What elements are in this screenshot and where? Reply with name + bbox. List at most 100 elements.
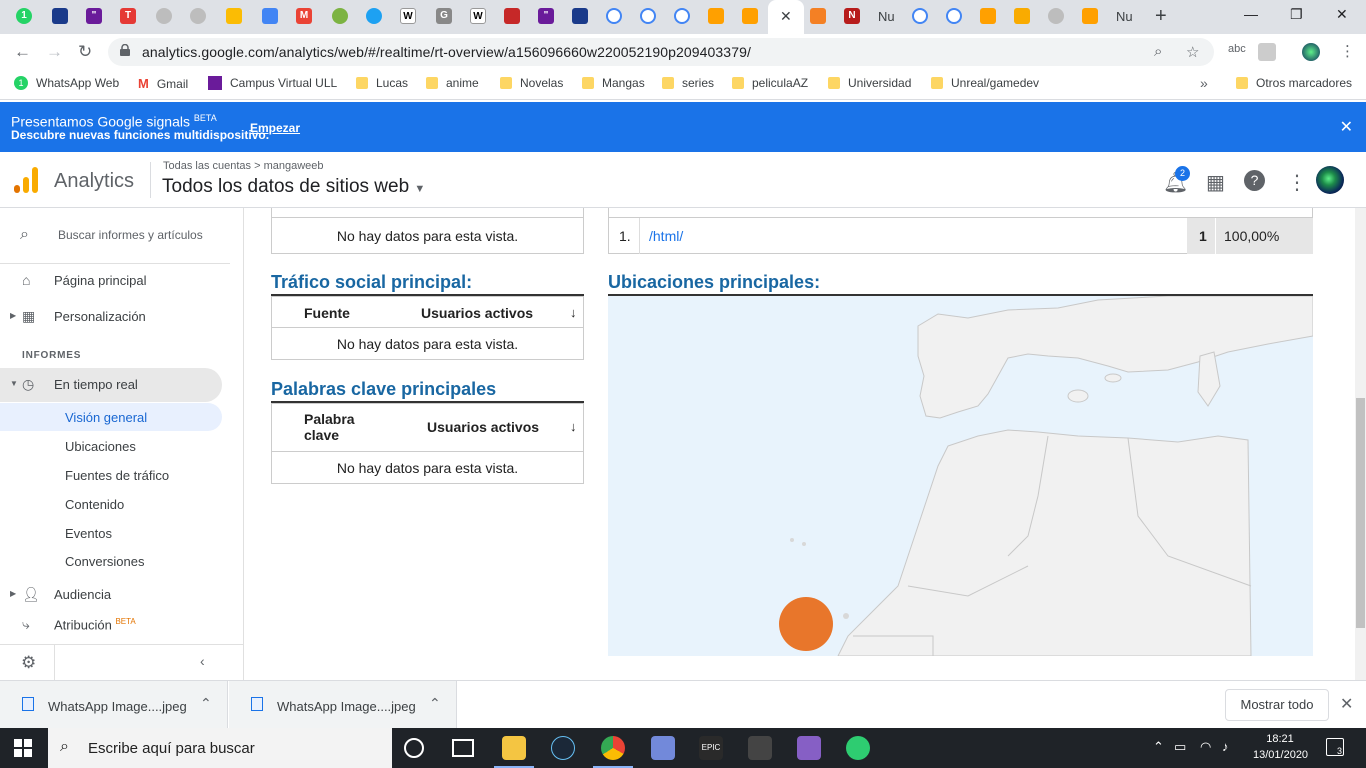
firebase-tab-icon[interactable] — [1082, 8, 1098, 24]
extension-icon[interactable]: abc — [1228, 43, 1246, 55]
file-explorer-icon[interactable] — [502, 736, 526, 760]
terminal-icon[interactable] — [748, 736, 772, 760]
close-icon[interactable]: ✕ — [1340, 694, 1353, 714]
t-tab-icon[interactable]: T — [120, 8, 136, 24]
system-clock[interactable]: 18:21 13/01/2020 — [1253, 731, 1308, 763]
bookmark-folder[interactable]: Lucas — [356, 76, 408, 90]
sidebar-item-events[interactable]: Eventos — [0, 519, 222, 547]
address-bar[interactable]: analytics.google.com/analytics/web/#/rea… — [108, 38, 1214, 66]
campus-tab-icon[interactable]: " — [538, 8, 554, 24]
close-tab-icon[interactable]: ✕ — [780, 8, 792, 25]
volume-icon[interactable]: ♪ — [1222, 739, 1229, 754]
steam-icon[interactable] — [551, 736, 575, 760]
browser-menu-icon[interactable]: ⋮ — [1340, 42, 1355, 60]
column-header[interactable]: Usuarios activos — [427, 419, 539, 435]
bookmark-whatsapp[interactable]: 1 WhatsApp Web — [14, 76, 119, 90]
scrollbar[interactable] — [1355, 208, 1366, 680]
chevron-up-icon[interactable]: ⌃ — [200, 695, 212, 712]
back-icon[interactable]: ← — [14, 42, 31, 62]
apps-grid-icon[interactable]: ▦ — [1206, 170, 1225, 195]
close-icon[interactable]: ✕ — [1340, 117, 1353, 137]
page-link[interactable]: /html/ — [649, 228, 683, 244]
sidebar-item-content[interactable]: Contenido — [0, 490, 222, 518]
tab-title[interactable]: Nu — [1116, 9, 1133, 24]
atom-icon[interactable] — [846, 736, 870, 760]
help-icon[interactable]: ? — [1244, 170, 1265, 191]
github-tab-icon[interactable]: G — [436, 8, 452, 24]
sidebar-item-locations[interactable]: Ubicaciones — [0, 432, 222, 460]
sidebar-item-conversions[interactable]: Conversiones — [0, 547, 222, 575]
sort-arrow-icon[interactable]: ↓ — [570, 419, 577, 434]
firebase-tab-icon[interactable] — [980, 8, 996, 24]
show-all-button[interactable]: Mostrar todo — [1225, 689, 1329, 721]
sidebar-item-traffic-sources[interactable]: Fuentes de tráfico — [0, 461, 222, 489]
more-bookmarks-icon[interactable]: » — [1200, 75, 1208, 91]
bookmark-folder[interactable]: anime — [426, 76, 479, 90]
twitter-tab-icon[interactable] — [366, 8, 382, 24]
windows-start-icon[interactable] — [14, 739, 32, 757]
column-header[interactable]: Usuarios activos — [421, 305, 533, 321]
bookmark-folder[interactable]: Mangas — [582, 76, 645, 90]
taskbar-search-input[interactable]: Escribe aquí para buscar — [88, 740, 255, 757]
close-window-icon[interactable]: ✕ — [1336, 6, 1348, 23]
location-marker[interactable] — [779, 597, 833, 651]
visual-studio-icon[interactable] — [797, 736, 821, 760]
view-selector[interactable]: Todos los datos de sitios web ▼ — [162, 176, 425, 198]
google-tab-icon[interactable] — [674, 8, 690, 24]
leaf-tab-icon[interactable] — [332, 8, 348, 24]
gmail-tab-icon[interactable]: M — [296, 8, 312, 24]
sort-arrow-icon[interactable]: ↓ — [570, 305, 577, 320]
stackoverflow-tab-icon[interactable] — [810, 8, 826, 24]
download-item[interactable]: WhatsApp Image....jpeg ⌃ — [0, 681, 228, 729]
task-view-icon[interactable] — [452, 739, 474, 757]
netflix-tab-icon[interactable]: N — [844, 8, 860, 24]
blank-tab-icon[interactable] — [156, 8, 172, 24]
reload-icon[interactable]: ↻ — [78, 42, 92, 62]
firebase-tab-icon[interactable] — [708, 8, 724, 24]
blank-tab-icon[interactable] — [190, 8, 206, 24]
scrollbar-thumb[interactable] — [1356, 398, 1365, 628]
taskbar-search[interactable]: ⌕ Escribe aquí para buscar — [48, 728, 392, 768]
column-header[interactable]: Palabra clave — [304, 411, 355, 443]
bookmark-folder[interactable]: Unreal/gamedev — [931, 76, 1039, 90]
docs-tab-icon[interactable] — [262, 8, 278, 24]
site-tab-icon[interactable] — [504, 8, 520, 24]
sidebar-item-realtime[interactable]: ▼ ◷ En tiempo real — [0, 368, 222, 402]
sidebar-search[interactable]: ⌕ Buscar informes y artículos — [0, 208, 230, 264]
battery-icon[interactable]: ▭ — [1174, 739, 1186, 755]
analytics-tab-icon[interactable] — [1014, 8, 1030, 24]
breadcrumb[interactable]: Todas las cuentas > mangaweeb — [163, 160, 324, 172]
bookmark-gmail[interactable]: M Gmail — [138, 76, 188, 91]
url-text[interactable]: analytics.google.com/analytics/web/#/rea… — [142, 44, 751, 60]
google-tab-icon[interactable] — [606, 8, 622, 24]
bookmark-folder[interactable]: Novelas — [500, 76, 563, 90]
chrome-icon[interactable] — [601, 736, 625, 760]
column-header[interactable]: Fuente — [304, 305, 350, 321]
extension-icon[interactable] — [1258, 43, 1276, 61]
tab-title[interactable]: Nu — [878, 9, 895, 24]
sidebar-item-attribution[interactable]: ⤷ Atribución BETA — [0, 608, 222, 642]
bookmark-star-icon[interactable]: ☆ — [1186, 43, 1199, 61]
restore-icon[interactable]: ❐ — [1290, 6, 1303, 23]
google-tab-icon[interactable] — [912, 8, 928, 24]
cortana-icon[interactable] — [404, 738, 424, 758]
chevron-up-icon[interactable]: ⌃ — [1153, 739, 1164, 755]
firebase-tab-icon[interactable] — [742, 8, 758, 24]
discord-icon[interactable] — [651, 736, 675, 760]
calculator-tab-icon[interactable] — [52, 8, 68, 24]
wifi-icon[interactable]: ◠ — [1200, 739, 1211, 755]
sidebar-item-home[interactable]: ⌂ Página principal — [0, 264, 222, 298]
bookmark-folder[interactable]: series — [662, 76, 714, 90]
sidebar-item-customization[interactable]: ▶ ▦ Personalización — [0, 300, 222, 334]
active-tab[interactable]: ✕ — [768, 0, 804, 34]
banner-start-link[interactable]: Empezar — [250, 121, 300, 135]
calculator-tab-icon[interactable] — [572, 8, 588, 24]
bookmark-folder[interactable]: peliculaAZ — [732, 76, 808, 90]
epic-games-icon[interactable]: EPIC — [699, 736, 723, 760]
sidebar-item-overview[interactable]: Visión general — [0, 403, 222, 431]
bookmark-campus[interactable]: Campus Virtual ULL — [208, 76, 337, 90]
gear-icon[interactable]: ⚙ — [21, 653, 36, 673]
locations-map[interactable] — [608, 296, 1313, 656]
chevron-up-icon[interactable]: ⌃ — [429, 695, 441, 712]
other-bookmarks[interactable]: Otros marcadores — [1236, 76, 1352, 90]
